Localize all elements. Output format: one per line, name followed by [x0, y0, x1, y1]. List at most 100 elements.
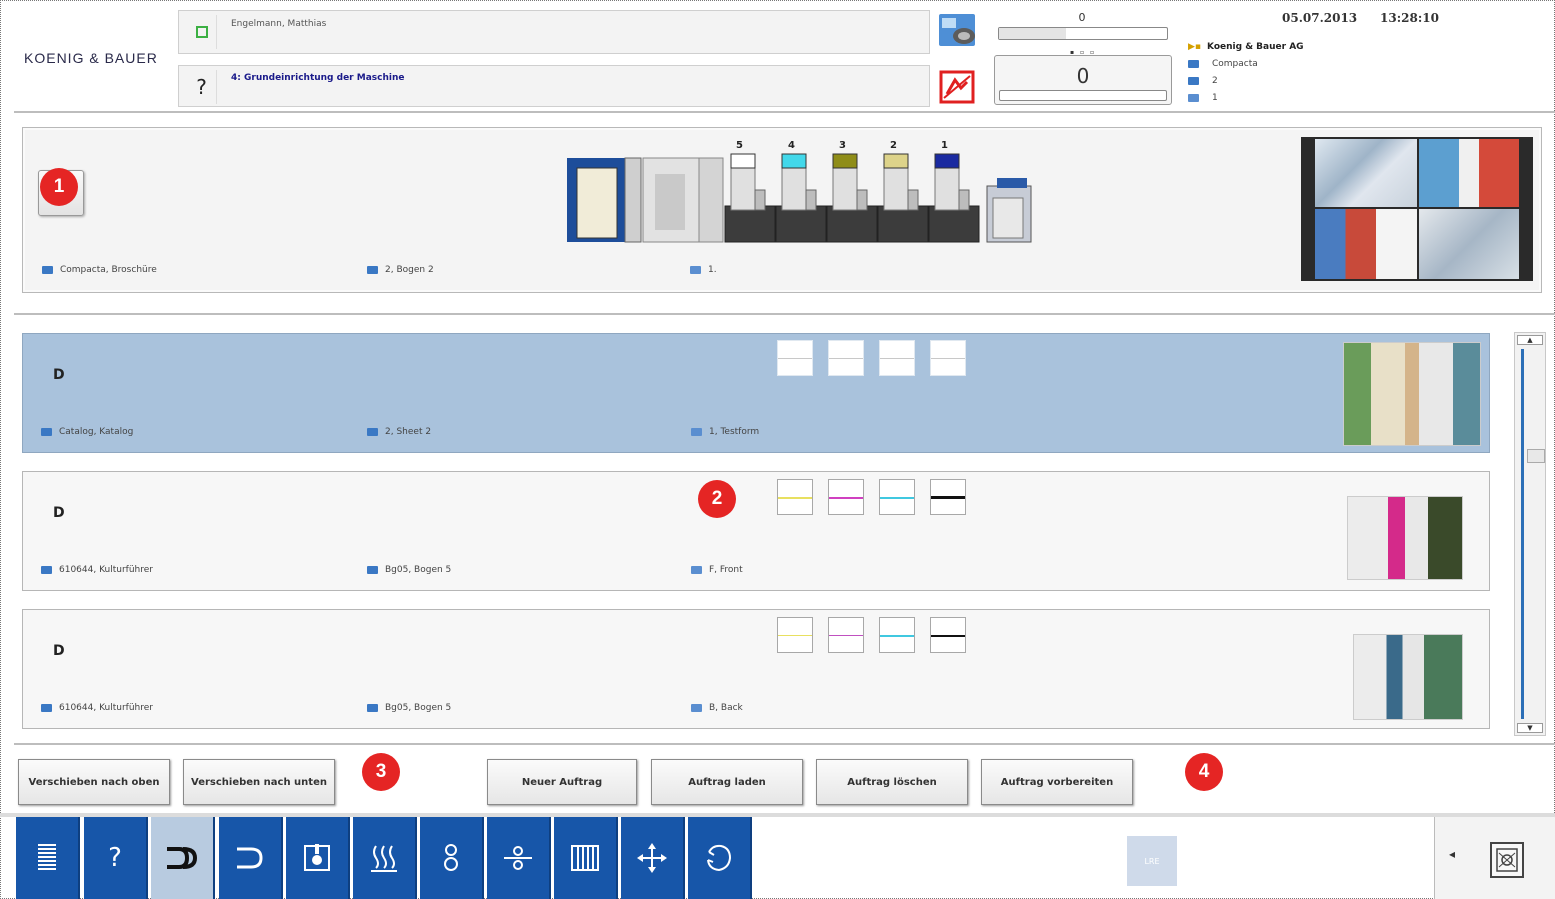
press-sheet: 2, Bogen 2: [367, 265, 434, 275]
plate-icon[interactable]: [554, 817, 618, 899]
job-list-icon[interactable]: [16, 817, 80, 899]
unit-tower: [730, 167, 756, 211]
prepare-job-button[interactable]: Auftrag vorbereiten: [981, 759, 1133, 805]
page-tile: [930, 479, 966, 515]
job-list-scrollbar[interactable]: ▲ ▼: [1514, 332, 1546, 736]
page-tile: [777, 617, 813, 653]
folder-icon: [41, 704, 52, 712]
register-icon[interactable]: [621, 817, 685, 899]
ink-cap: [832, 153, 858, 169]
ink-unit-icon[interactable]: [286, 817, 350, 899]
page-tile: [930, 340, 966, 376]
alarm-icon[interactable]: [938, 68, 978, 106]
callout-badge-2: 2: [698, 480, 736, 518]
time: 13:28:10: [1380, 11, 1439, 25]
job-name-label: Compacta, Broschüre: [60, 265, 157, 275]
page-tile: [777, 479, 813, 515]
panel-divider: [14, 313, 1555, 315]
ink-cap: [883, 153, 909, 169]
koenig-bauer-logo: KOENIG & BAUER: [24, 50, 158, 66]
move-up-button[interactable]: Verschieben nach oben: [18, 759, 170, 805]
job-name-label: 610644, Kulturführer: [59, 703, 153, 713]
tree-label: 2: [1212, 75, 1218, 86]
move-down-button[interactable]: Verschieben nach unten: [183, 759, 335, 805]
callout-badge-4: 4: [1185, 753, 1223, 791]
folder-icon: [367, 566, 378, 574]
job-row[interactable]: D 610644, Kulturführer Bg05, Bogen 5 B, …: [22, 609, 1490, 729]
feeder-icon[interactable]: [219, 817, 283, 899]
scroll-up-arrow[interactable]: ▲: [1517, 335, 1543, 345]
pages-icon: [691, 704, 702, 712]
folder-icon: [1188, 59, 1199, 68]
pages-icon: [691, 566, 702, 574]
pages-icon: [690, 266, 701, 274]
header-divider: [14, 111, 1555, 113]
toolbar-left-arrow[interactable]: ◂: [1449, 847, 1455, 861]
job-name-label: 610644, Kulturführer: [59, 565, 153, 575]
unit-side: [754, 189, 766, 211]
job-type-icon: D: [53, 367, 65, 383]
unit-side: [856, 189, 868, 211]
process-name: 4: Grundeinrichtung der Maschine: [231, 73, 405, 83]
ink-cap: [934, 153, 960, 169]
page-tile: [828, 617, 864, 653]
delete-job-button[interactable]: Auftrag löschen: [816, 759, 968, 805]
unit-tower: [883, 167, 909, 211]
sheet-transport-icon[interactable]: [487, 817, 551, 899]
printing-unit: [877, 153, 929, 243]
process-field[interactable]: ? 4: Grundeinrichtung der Maschine: [178, 65, 930, 107]
date: 05.07.2013: [1282, 11, 1358, 25]
help-icon[interactable]: ?: [84, 817, 148, 899]
list-divider: [14, 743, 1555, 745]
tree-item-form: 1: [1188, 89, 1388, 106]
printing-unit: [724, 153, 776, 243]
load-job-button[interactable]: Auftrag laden: [651, 759, 803, 805]
form-label: 1, Testform: [709, 427, 760, 437]
new-job-button[interactable]: Neuer Auftrag: [487, 759, 637, 805]
printing-unit: [826, 153, 878, 243]
scroll-down-arrow[interactable]: ▼: [1517, 723, 1543, 733]
job-tree: ▶▪ Koenig & Bauer AG Compacta 2 1: [1188, 38, 1388, 106]
page-tile: [828, 340, 864, 376]
pages-icon: [691, 428, 702, 436]
folder-icon: [41, 428, 52, 436]
unit-base: [775, 205, 827, 243]
center-status-button[interactable]: LRE: [1127, 836, 1177, 886]
job-queue-icon[interactable]: [151, 817, 215, 899]
job-name: 610644, Kulturführer: [41, 703, 153, 713]
dryer-icon[interactable]: [353, 817, 417, 899]
job-thumbnail: [1343, 342, 1481, 446]
press-settings-icon[interactable]: [1485, 837, 1529, 883]
roller-icon[interactable]: [420, 817, 484, 899]
unit-number: 4: [788, 140, 795, 151]
unit-side: [958, 189, 970, 211]
tree-label: 1: [1212, 92, 1218, 103]
job-row-selected[interactable]: D Catalog, Katalog 2, Sheet 2 1, Testfor…: [22, 333, 1490, 453]
press-camera-icon[interactable]: [938, 12, 978, 50]
process-help-icon[interactable]: ?: [187, 70, 217, 104]
sheet-label: Bg05, Bogen 5: [385, 565, 452, 575]
unit-tower: [781, 167, 807, 211]
tree-item-customer: Compacta: [1188, 55, 1388, 72]
job-sheet: 2, Sheet 2: [367, 427, 431, 437]
unit-tower: [832, 167, 858, 211]
press-sheet-preview[interactable]: [1301, 137, 1533, 281]
page-tile: [777, 340, 813, 376]
user-status-icon: [195, 26, 208, 38]
scroll-handle[interactable]: [1527, 449, 1545, 463]
scroll-thumb[interactable]: [1521, 349, 1524, 719]
press-form: 1.: [690, 265, 717, 275]
job-row[interactable]: D 610644, Kulturführer Bg05, Bogen 5 F, …: [22, 471, 1490, 591]
user-field[interactable]: Engelmann, Matthias: [178, 10, 930, 54]
sheet-label: 2, Sheet 2: [385, 427, 432, 437]
press-job-name: Compacta, Broschüre: [42, 265, 157, 275]
maintenance-icon[interactable]: [688, 817, 752, 899]
unit-base: [877, 205, 929, 243]
page-tile: [879, 617, 915, 653]
counter-main-value: 0: [1076, 64, 1090, 88]
ink-cap: [781, 153, 807, 169]
job-thumbnail: [1347, 496, 1463, 580]
job-sheet: Bg05, Bogen 5: [367, 565, 451, 575]
job-thumbnail: [1353, 634, 1463, 720]
sheet-label: 2, Bogen 2: [385, 265, 434, 275]
